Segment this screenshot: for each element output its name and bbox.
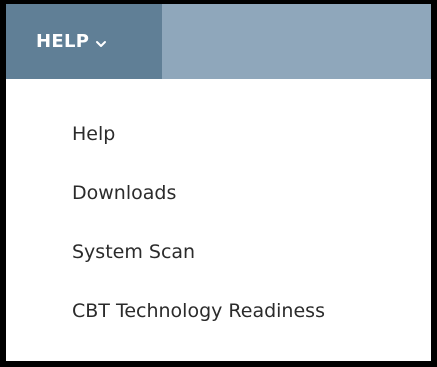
help-menu-label: HELP: [36, 31, 90, 52]
chevron-down-icon: [95, 37, 107, 49]
menu-item-help[interactable]: Help: [72, 123, 115, 145]
menu-item-cbt-technology-readiness[interactable]: CBT Technology Readiness: [72, 300, 325, 322]
menu-item-system-scan[interactable]: System Scan: [72, 241, 195, 263]
help-dropdown-menu: Help Downloads System Scan CBT Technolog…: [6, 79, 431, 361]
menu-item-downloads[interactable]: Downloads: [72, 182, 176, 204]
menu-bar: HELP: [6, 4, 431, 79]
help-menu-button[interactable]: HELP: [6, 4, 162, 79]
window-frame: HELP Help Downloads System Scan CBT Tech…: [0, 0, 437, 367]
